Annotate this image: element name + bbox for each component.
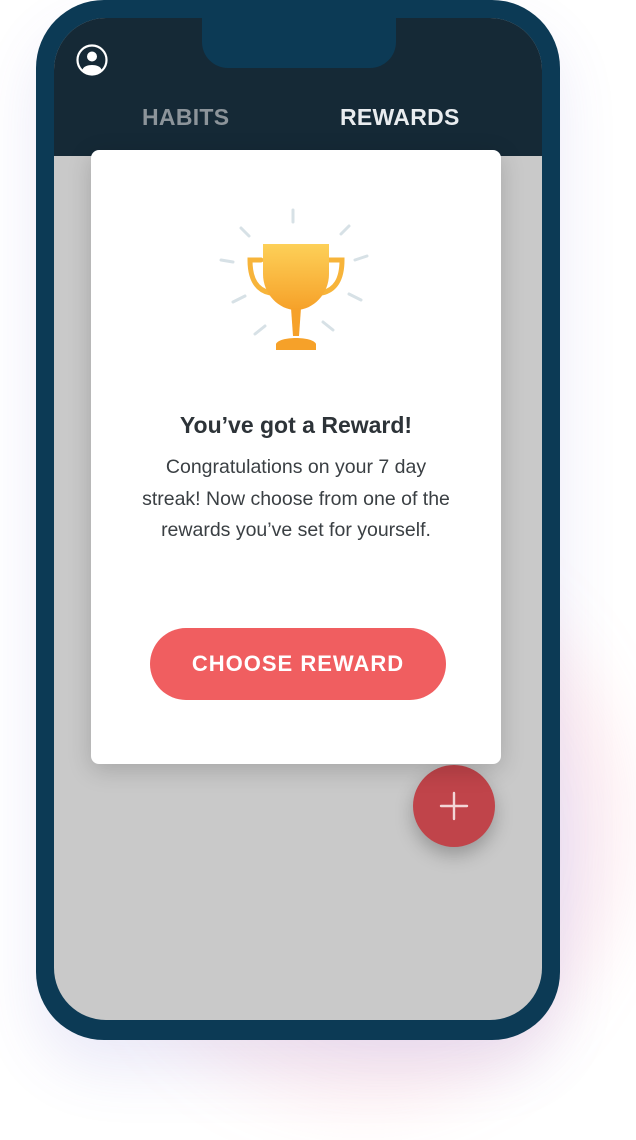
phone-notch (202, 18, 396, 68)
reward-message: Congratulations on your 7 day streak! No… (142, 456, 450, 541)
tab-rewards[interactable]: REWARDS (340, 104, 460, 131)
trophy-icon (219, 208, 369, 350)
reward-title: You’ve got a Reward! (179, 412, 413, 438)
reward-modal: You’ve got a Reward! Congratulations on … (91, 150, 501, 764)
plus-icon (439, 791, 469, 821)
add-habit-button[interactable] (413, 765, 495, 847)
app-header: HABITS REWARDS (54, 18, 542, 156)
user-avatar-icon[interactable] (76, 44, 108, 76)
choose-reward-button[interactable]: CHOOSE REWARD (150, 628, 446, 700)
tab-habits[interactable]: HABITS (142, 104, 229, 131)
mockup-stage: HABITS REWARDS You’ve got a Reward! Cong… (0, 0, 636, 1140)
